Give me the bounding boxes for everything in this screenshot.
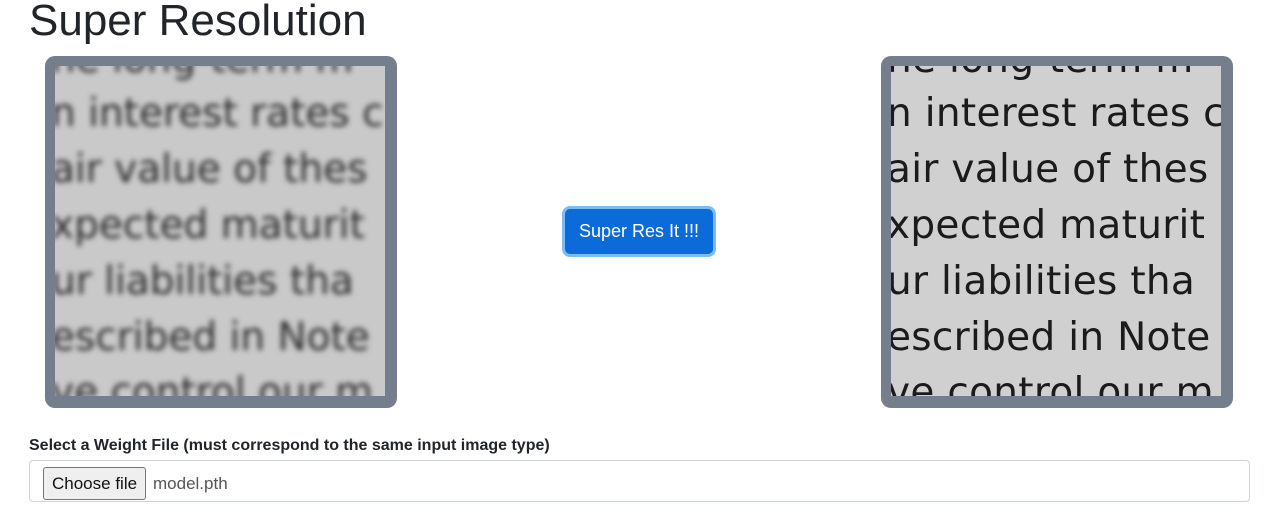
output-text-line: air value of thes [891, 147, 1209, 192]
weight-file-label: Select a Weight File (must correspond to… [29, 437, 550, 454]
super-res-button[interactable]: Super Res It !!! [565, 209, 713, 254]
output-image: he long-term m n interest rates c air va… [891, 66, 1221, 396]
output-text-line: he long-term m [891, 66, 1194, 79]
input-text-line: ur liabilities tha [55, 259, 354, 304]
input-text-line: xpected maturit [55, 203, 365, 248]
choose-file-button[interactable]: Choose file [43, 467, 147, 500]
output-text-line: ve control our m [891, 370, 1214, 396]
input-text-line: n interest rates c [55, 91, 384, 136]
output-text-line: xpected maturit [891, 203, 1206, 248]
output-text-line: n interest rates c [891, 91, 1221, 136]
selected-file-name: model.pth [153, 474, 228, 493]
input-text-line: air value of thes [55, 147, 368, 192]
output-text-line: escribed in Note [891, 315, 1211, 360]
input-image: he long-term m n interest rates c air va… [55, 66, 385, 396]
output-text-line: ur liabilities tha [891, 259, 1196, 304]
input-image-frame: he long-term m n interest rates c air va… [45, 56, 397, 408]
input-text-line: he long-term m [55, 66, 353, 79]
output-image-frame: he long-term m n interest rates c air va… [881, 56, 1233, 408]
input-text-line: escribed in Note [55, 315, 370, 360]
weight-file-input[interactable]: Choose file model.pth [29, 460, 1250, 502]
page-title: Super Resolution [29, 0, 367, 45]
input-text-line: ve control our m [55, 370, 374, 396]
